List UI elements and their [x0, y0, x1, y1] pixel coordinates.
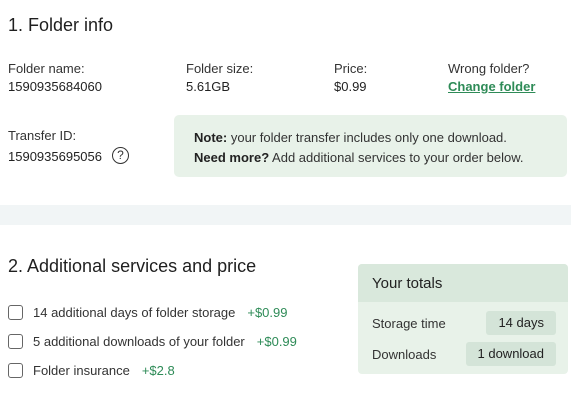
change-folder-link[interactable]: Change folder [448, 79, 535, 94]
need-more-bold: Need more? [194, 150, 270, 165]
folder-name-value: 1590935684060 [8, 79, 102, 94]
option-storage[interactable]: 14 additional days of folder storage +$0… [8, 303, 287, 321]
section-divider [0, 205, 571, 225]
storage-time-label: Storage time [372, 316, 446, 331]
downloads-option-price: +$0.99 [256, 333, 297, 349]
transfer-id-label: Transfer ID: [8, 128, 77, 143]
insurance-checkbox[interactable] [8, 362, 23, 378]
note-bold: Note: [194, 130, 228, 145]
insurance-option-label: Folder insurance [33, 362, 130, 378]
storage-option-label: 14 additional days of folder storage [33, 304, 236, 320]
note-line-1: Note: your folder transfer includes only… [194, 128, 567, 148]
downloads-label: Downloads [372, 347, 437, 362]
folder-size-label: Folder size: [186, 61, 254, 76]
option-insurance[interactable]: Folder insurance +$2.8 [8, 361, 175, 379]
downloads-value: 1 download [465, 342, 556, 366]
storage-checkbox[interactable] [8, 304, 23, 320]
price-label: Price: [334, 61, 368, 76]
folder-size-value: 5.61GB [186, 79, 231, 94]
note-text: your folder transfer includes only one d… [230, 130, 507, 145]
storage-option-price: +$0.99 [247, 304, 288, 320]
option-downloads[interactable]: 5 additional downloads of your folder +$… [8, 332, 297, 350]
note-line-2: Need more? Add additional services to yo… [194, 148, 567, 168]
folder-info-heading: 1. Folder info [8, 15, 114, 35]
services-heading: 2. Additional services and price [8, 256, 257, 276]
totals-panel: Your totals Storage time 14 days Downloa… [358, 264, 568, 374]
note-box: Note: your folder transfer includes only… [174, 115, 567, 177]
folder-name-label: Folder name: [8, 61, 85, 76]
downloads-option-label: 5 additional downloads of your folder [33, 333, 245, 349]
downloads-checkbox[interactable] [8, 333, 23, 349]
price-value: $0.99 [334, 79, 367, 94]
need-more-text: Add additional services to your order be… [272, 150, 524, 165]
transfer-id-value: 1590935695056 [8, 149, 102, 164]
totals-heading: Your totals [358, 264, 568, 302]
wrong-folder-label: Wrong folder? [448, 61, 530, 76]
insurance-option-price: +$2.8 [141, 362, 175, 378]
help-icon[interactable]: ? [112, 147, 129, 164]
storage-time-value: 14 days [486, 311, 556, 335]
